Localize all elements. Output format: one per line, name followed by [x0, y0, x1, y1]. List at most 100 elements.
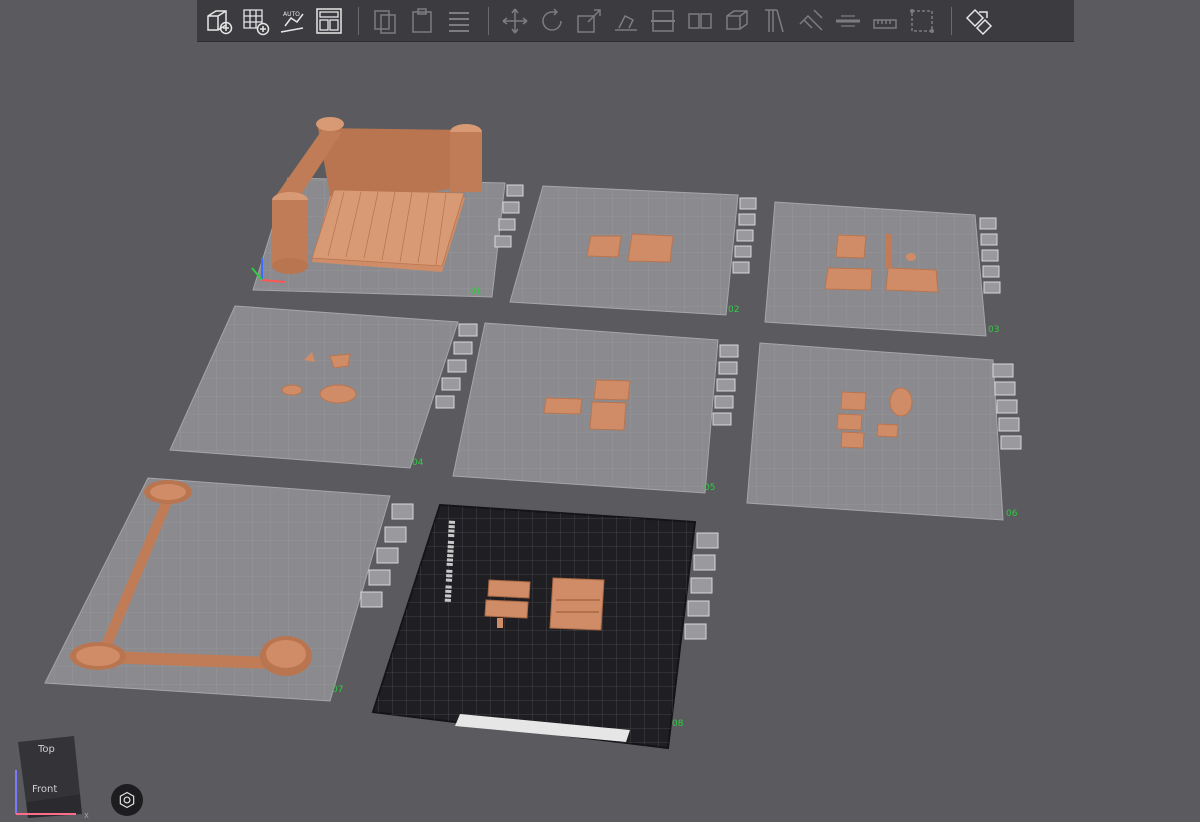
delete-button[interactable] [442, 4, 476, 38]
plate-02-label: 02 [728, 305, 739, 315]
plate-close-icon[interactable] [391, 503, 414, 520]
plate-lock-icon[interactable] [998, 417, 1020, 432]
scale-button[interactable] [572, 4, 606, 38]
plate-arrange-icon[interactable] [693, 554, 716, 571]
plate-settings-icon[interactable] [983, 281, 1001, 294]
plate-orient-icon[interactable] [996, 399, 1018, 414]
split-parts-button[interactable] [720, 4, 754, 38]
assemble-icon [965, 8, 993, 35]
plate-05-label: 05 [704, 483, 715, 493]
measure-button[interactable] [868, 4, 902, 38]
add-cube-icon [207, 9, 233, 34]
plate-close-icon[interactable] [739, 197, 757, 210]
plate-03[interactable] [764, 201, 987, 337]
assemble-button[interactable] [961, 4, 995, 38]
plate-orient-icon[interactable] [690, 577, 713, 594]
plate-08[interactable]: ▮▮▮▮ ▮▮▮▮▮▮ ▮▮▮ ▮▮▮▮ [371, 503, 697, 750]
plate-settings-icon[interactable] [1000, 435, 1022, 450]
plate-settings-icon[interactable] [360, 591, 383, 608]
move-button[interactable] [498, 4, 532, 38]
svg-text:AUTO: AUTO [283, 11, 300, 18]
support-paint-button[interactable] [757, 4, 791, 38]
toolbar-separator [488, 6, 489, 35]
plate-arrange-icon[interactable] [980, 233, 998, 246]
toolbar-separator [951, 6, 952, 35]
arrange-button[interactable] [312, 4, 346, 38]
copy-button[interactable] [368, 4, 402, 38]
add-plate-icon [243, 8, 270, 35]
plate-01-label: 01 [470, 287, 481, 297]
rotate-button[interactable] [535, 4, 569, 38]
plate-close-icon[interactable] [979, 217, 997, 230]
plate-close-icon[interactable] [719, 344, 739, 358]
lay-on-face-button[interactable] [609, 4, 643, 38]
split-objects-icon [688, 12, 712, 29]
add-object-button[interactable] [201, 4, 235, 38]
move-icon [502, 8, 528, 33]
rotate-icon [542, 7, 562, 31]
x-axis-label: X [84, 812, 89, 818]
plate-close-icon[interactable] [696, 532, 719, 549]
copy-icon [374, 9, 396, 34]
plate-settings-icon[interactable] [684, 623, 707, 640]
lay-on-face-icon [615, 14, 637, 31]
plate-04[interactable] [169, 305, 459, 469]
seam-paint-button[interactable] [794, 4, 828, 38]
plate-orient-icon[interactable] [981, 249, 999, 262]
view-cube[interactable]: Top Front X [10, 730, 90, 820]
plate-close-icon[interactable] [506, 184, 524, 197]
3d-viewport[interactable]: ▮▮▮▮ ▮▮▮▮▮▮ ▮▮▮ ▮▮▮▮ 01 02 03 04 05 06 0… [0, 42, 1200, 818]
plate-lock-icon[interactable] [982, 265, 1000, 278]
plate-03-label: 03 [988, 325, 999, 335]
plate-05[interactable] [452, 322, 719, 494]
auto-orient-icon: AUTO [280, 11, 304, 33]
plate-lock-icon[interactable] [687, 600, 710, 617]
paste-button[interactable] [405, 4, 439, 38]
plate-06-label: 06 [1006, 509, 1018, 519]
plate-arrange-icon[interactable] [502, 201, 520, 214]
plate-06[interactable] [746, 342, 1004, 521]
cut-button[interactable] [646, 4, 680, 38]
arrange-icon [316, 7, 342, 34]
toolbar-separator [358, 6, 359, 35]
measure-icon [873, 18, 897, 29]
plate-arrange-icon[interactable] [994, 381, 1016, 396]
split-objects-button[interactable] [683, 4, 717, 38]
plate-settings-icon[interactable] [732, 261, 750, 274]
plate-lock-icon[interactable] [714, 395, 734, 409]
text-emboss-icon [910, 8, 934, 33]
plate-08-label: 08 [672, 719, 684, 729]
plate-settings-icon[interactable] [435, 395, 455, 409]
plate-lock-icon[interactable] [441, 377, 461, 391]
plate-arrange-icon[interactable] [384, 526, 407, 543]
plate-settings-icon[interactable] [712, 412, 732, 426]
plate-close-icon[interactable] [458, 323, 478, 337]
view-cube-top-label[interactable]: Top [37, 744, 55, 755]
main-toolbar: AUTO [197, 0, 1074, 42]
plate-orient-icon[interactable] [498, 218, 516, 231]
plate-lock-icon[interactable] [368, 569, 391, 586]
plate-orient-icon[interactable] [736, 229, 754, 242]
add-plate-button[interactable] [238, 4, 272, 38]
plate-close-icon[interactable] [992, 363, 1014, 378]
plate-lock-icon[interactable] [734, 245, 752, 258]
view-cube-front-label[interactable]: Front [32, 784, 57, 795]
text-emboss-button[interactable] [905, 4, 939, 38]
split-parts-icon [726, 9, 748, 30]
plate-orient-icon[interactable] [447, 359, 467, 373]
paste-icon [412, 7, 432, 33]
cut-icon [651, 9, 675, 32]
support-paint-icon [765, 8, 784, 32]
plate-orient-icon[interactable] [716, 378, 736, 392]
plate-03-tools [979, 217, 1001, 294]
auto-orient-button[interactable]: AUTO [275, 4, 309, 38]
camera-view-icon [119, 791, 135, 809]
mirror-button[interactable] [831, 4, 865, 38]
plate-arrange-icon[interactable] [453, 341, 473, 355]
plate-arrange-icon[interactable] [738, 213, 756, 226]
plate-orient-icon[interactable] [376, 547, 399, 564]
reset-view-button[interactable] [111, 784, 143, 816]
plate-02[interactable] [509, 185, 739, 316]
plate-lock-icon[interactable] [494, 235, 512, 248]
plate-arrange-icon[interactable] [718, 361, 738, 375]
